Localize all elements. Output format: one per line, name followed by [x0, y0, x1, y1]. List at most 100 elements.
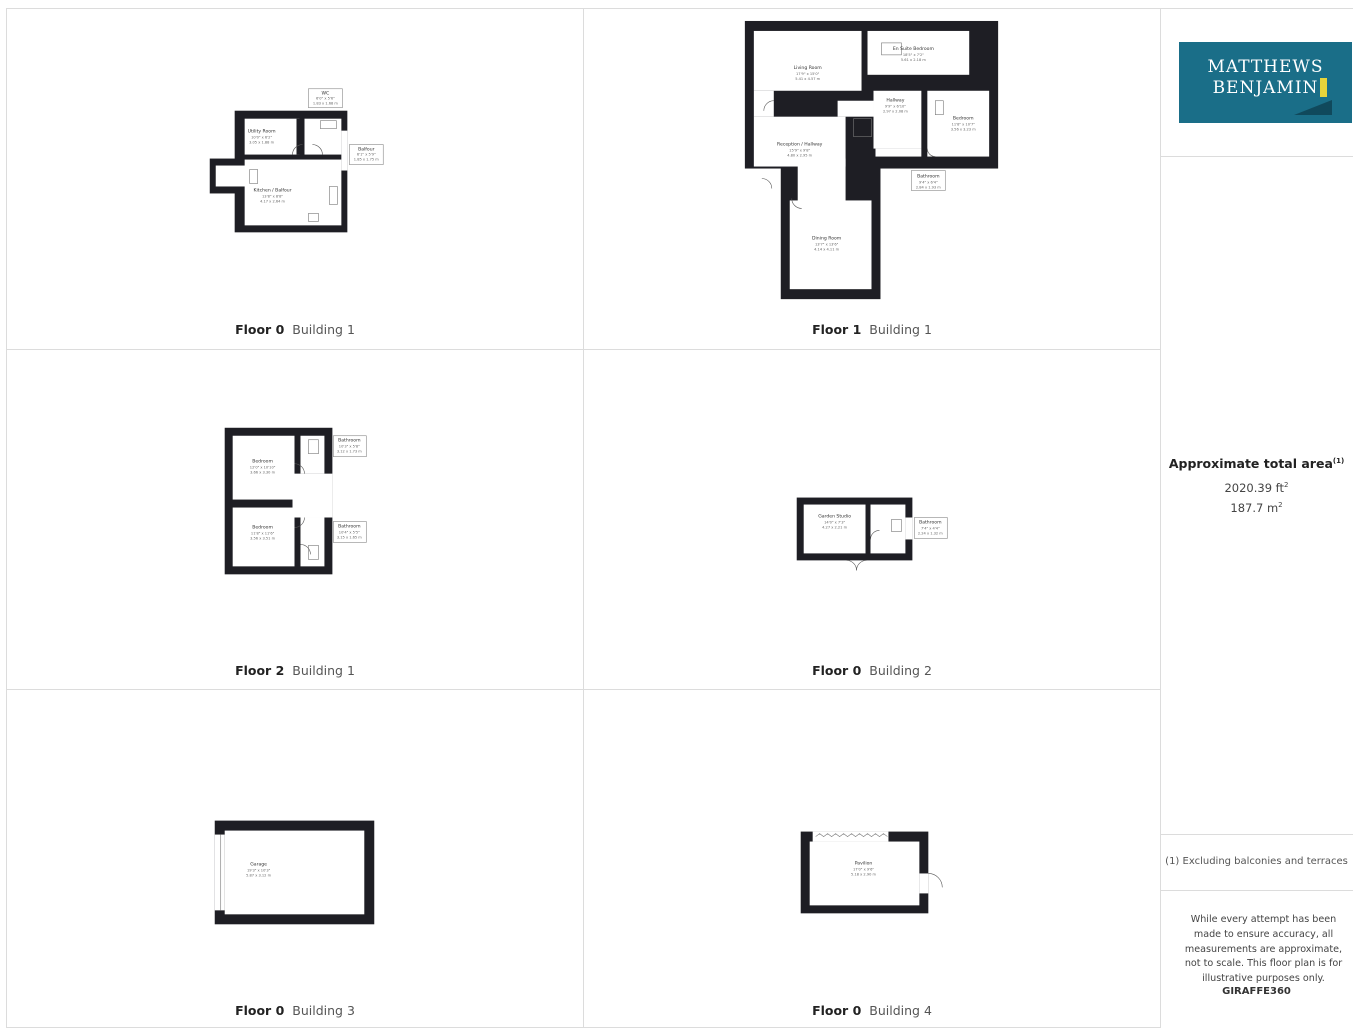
room-dims: 9'9" x 6'10"	[885, 105, 906, 109]
floor-label: Floor 0	[812, 663, 862, 678]
info-sidebar: MATTHEWS BENJAMIN Approximate total area…	[1160, 8, 1353, 1027]
floorplan-drawing: Utility Room 10'0" x 6'2" 3.05 x 1.88 m …	[209, 88, 384, 233]
room-dims: 14'0" x 7'3"	[824, 520, 845, 524]
floor-label: Floor 0	[235, 322, 285, 337]
room-dims: 15'9" x 9'8"	[789, 149, 810, 153]
room-label: En Suite Bedroom	[893, 46, 935, 52]
room-label: Dining Room	[812, 235, 842, 241]
room-dims: 19'3" x 10'3"	[247, 868, 271, 872]
room-dims-metric: 3.12 x 1.73 m	[337, 450, 362, 454]
plan-floor0-building3: Garage 19'3" x 10'3" 5.87 x 3.12 m Floor…	[7, 690, 584, 1028]
room-dims: 13'8" x 8'8"	[262, 194, 283, 198]
room-dims: 7'4" x 4'4"	[921, 526, 940, 530]
area-sqm-sup: 2	[1278, 501, 1283, 510]
building-label: Building 3	[292, 1003, 355, 1018]
room-dims-metric: 3.56 x 3.51 m	[250, 536, 275, 540]
divider	[1160, 834, 1353, 835]
room-dims-metric: 4.80 x 2.95 m	[787, 154, 812, 158]
room-dims: 6'1" x 5'9"	[357, 153, 376, 157]
room-dims: 6'0" x 5'6"	[316, 97, 335, 101]
plan-floor1-building1: Living Room 17'9" x 15'0" 5.41 x 4.57 m …	[584, 9, 1161, 350]
building-label: Building 1	[869, 322, 932, 337]
plan-floor0-building4: Pavilion 17'0" x 9'6" 5.18 x 2.90 m Floo…	[584, 690, 1161, 1028]
room-dims-metric: 2.84 x 1.93 m	[916, 185, 941, 189]
room-label: Bedroom	[953, 116, 974, 122]
room-dims-metric: 5.18 x 2.90 m	[851, 872, 876, 876]
room-dims-metric: 5.61 x 2.18 m	[901, 58, 926, 62]
logo-shadow	[1294, 100, 1332, 115]
floorplan-drawing: Living Room 17'9" x 15'0" 5.41 x 4.57 m …	[744, 20, 999, 300]
room-dims-metric: 1.85 x 1.75 m	[354, 158, 379, 162]
room-dims-metric: 1.83 x 1.68 m	[313, 102, 338, 106]
floorplan-drawing: Bedroom 12'0" x 10'10" 3.66 x 3.30 m Bat…	[224, 427, 367, 575]
room-dims: 11'8" x 11'6"	[251, 531, 275, 535]
room-dims: 10'3" x 5'8"	[339, 445, 360, 449]
room-dims: 13'7" x 13'6"	[815, 242, 839, 246]
room-dims: 12'0" x 10'10"	[250, 466, 276, 470]
room-label: Pavilion	[855, 860, 873, 866]
plan-caption: Floor 0 Building 3	[7, 1003, 583, 1018]
room-label: Utility Room	[248, 129, 276, 135]
room-dims-metric: 2.24 x 1.32 m	[918, 531, 943, 535]
floorplan-drawing: Pavilion 17'0" x 9'6" 5.18 x 2.90 m	[800, 831, 943, 914]
building-label: Building 2	[869, 663, 932, 678]
area-sqft-sup: 2	[1284, 481, 1289, 490]
plan-caption: Floor 0 Building 4	[584, 1003, 1160, 1018]
floor-label: Floor 2	[235, 663, 285, 678]
room-label: Bedroom	[252, 524, 273, 530]
room-dims: 17'9" x 15'0"	[796, 72, 820, 76]
room-dims-metric: 5.87 x 3.12 m	[246, 873, 271, 877]
plan-floor0-building1: Utility Room 10'0" x 6'2" 3.05 x 1.88 m …	[7, 9, 584, 350]
room-label: Bathroom	[917, 174, 940, 180]
floorplan-drawing: Garden Studio 14'0" x 7'3" 4.27 x 2.21 m…	[796, 497, 948, 571]
room-label: Bathroom	[919, 519, 942, 525]
room-dims: 17'0" x 9'6"	[853, 867, 874, 871]
floor-label: Floor 0	[812, 1003, 862, 1018]
room-dims-metric: 2.97 x 2.08 m	[883, 110, 908, 114]
brand-logo: MATTHEWS BENJAMIN	[1179, 42, 1352, 123]
room-dims: 9'4" x 6'4"	[919, 180, 938, 184]
building-label: Building 1	[292, 663, 355, 678]
room-dims-metric: 3.66 x 3.30 m	[250, 471, 275, 475]
room-label: Hallway	[886, 98, 904, 104]
area-footnote: (1) Excluding balconies and terraces	[1165, 856, 1348, 867]
building-label: Building 1	[292, 322, 355, 337]
plan-caption: Floor 2 Building 1	[7, 663, 583, 678]
area-title-text: Approximate total area	[1168, 456, 1333, 471]
room-label: Bathroom	[338, 523, 361, 529]
divider	[1160, 156, 1353, 157]
room-dims-metric: 5.41 x 4.57 m	[795, 77, 820, 81]
building-label: Building 4	[869, 1003, 932, 1018]
room-dims: 18'5" x 7'2"	[903, 53, 924, 57]
room-label: Bathroom	[338, 438, 361, 444]
plan-floor0-building2: Garden Studio 14'0" x 7'3" 4.27 x 2.21 m…	[584, 350, 1161, 690]
room-dims-metric: 3.05 x 1.88 m	[249, 141, 274, 145]
room-label: Living Room	[794, 65, 823, 71]
logo-accent-bar	[1320, 78, 1327, 97]
floorplan-grid: Utility Room 10'0" x 6'2" 3.05 x 1.88 m …	[6, 8, 1353, 1028]
room-dims: 10'4" x 5'5"	[339, 530, 360, 534]
room-label: Garage	[250, 861, 267, 867]
area-sqft: 2020.39 ft2	[1160, 481, 1353, 495]
room-dims: 11'8" x 10'7"	[952, 123, 976, 127]
room-dims-metric: 4.17 x 2.64 m	[260, 199, 285, 203]
area-sqm-value: 187.7 m	[1230, 501, 1279, 515]
plan-caption: Floor 0 Building 2	[584, 663, 1160, 678]
area-sqm: 187.7 m2	[1160, 501, 1353, 515]
plan-caption: Floor 0 Building 1	[7, 322, 583, 337]
room-label: Bedroom	[252, 459, 273, 465]
room-label: Garden Studio	[818, 514, 851, 520]
plan-caption: Floor 1 Building 1	[584, 322, 1160, 337]
disclaimer: While every attempt has been made to ens…	[1184, 914, 1343, 985]
floorplan-drawing: Garage 19'3" x 10'3" 5.87 x 3.12 m	[214, 820, 375, 925]
floor-label: Floor 0	[235, 1003, 285, 1018]
area-title-sup: (1)	[1332, 456, 1345, 465]
floor-label: Floor 1	[812, 322, 862, 337]
divider	[1160, 890, 1353, 891]
provider-brand: GIRAFFE360	[1222, 986, 1291, 997]
room-dims-metric: 3.15 x 1.65 m	[337, 535, 362, 539]
room-dims-metric: 3.56 x 3.23 m	[951, 128, 976, 132]
room-dims: 10'0" x 6'2"	[251, 136, 272, 140]
plan-floor2-building1: Bedroom 12'0" x 10'10" 3.66 x 3.30 m Bat…	[7, 350, 584, 690]
area-sqft-value: 2020.39 ft	[1224, 481, 1285, 495]
